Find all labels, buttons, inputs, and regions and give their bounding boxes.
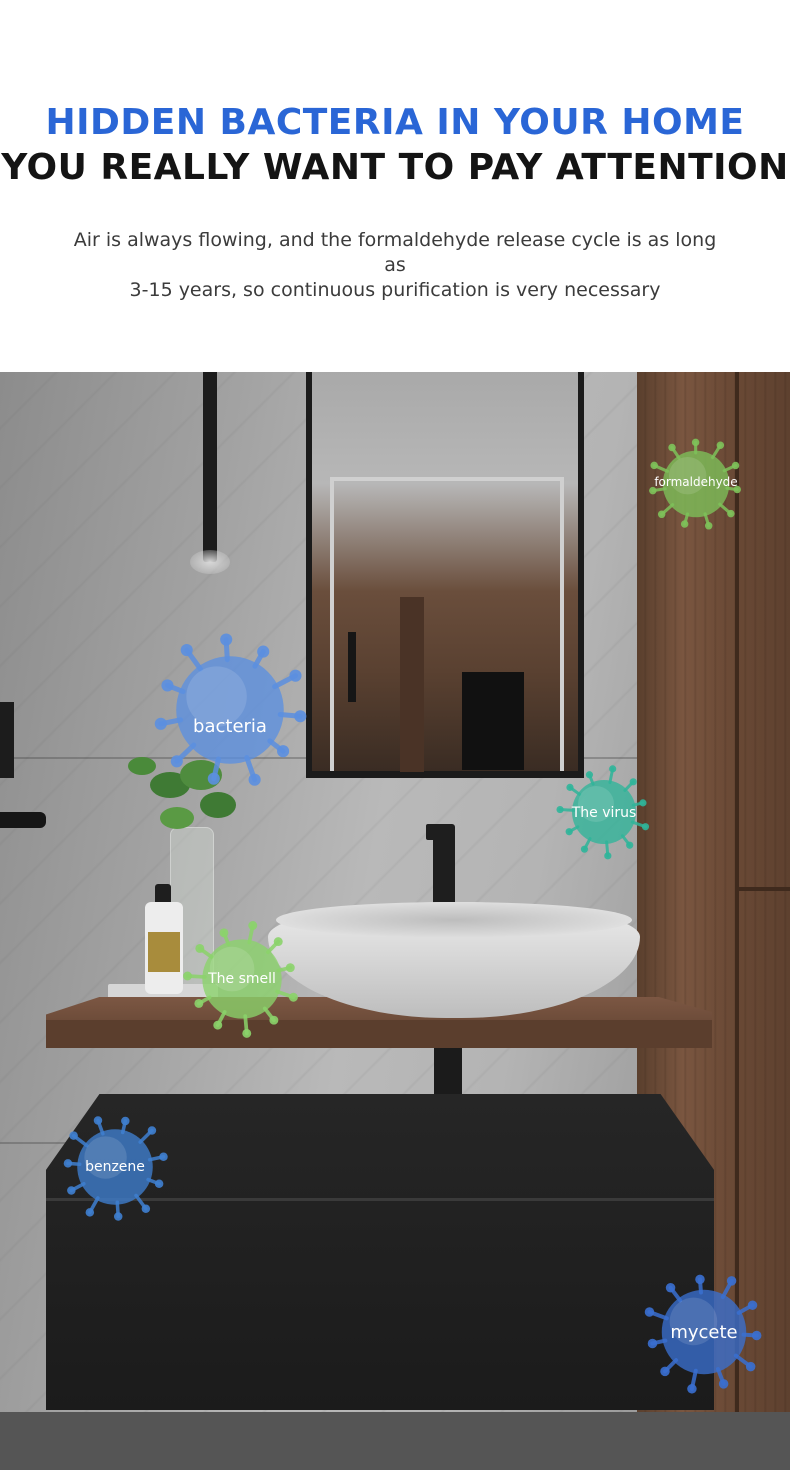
virus-spike-tip [121,1116,130,1126]
subtitle-line-2: 3-15 years, so continuous purification i… [129,279,661,301]
virus-spike-tip [565,828,573,836]
virus-spike-tip [269,1015,279,1025]
virus-spike-tip [626,841,634,849]
virus-spike-tip [727,509,735,518]
virus-icon [154,633,307,786]
virus-spike-tip [248,921,258,930]
virus-spike-tip [585,771,594,779]
headline-secondary: YOU REALLY WANT TO PAY ATTENTION [1,147,789,188]
germ-label: The smell [208,971,276,987]
virus-spike-tip [747,1300,758,1310]
virus-spike-tip [69,1131,78,1140]
virus-spike-tip [745,1361,756,1372]
germ-label: benzene [85,1159,145,1175]
virus-spike-tip [113,1212,123,1221]
virus-spike-tip [288,992,298,1002]
wood-joint [735,887,790,891]
virus-spike-tip [85,1208,95,1217]
virus-spike-tip [194,998,204,1008]
virus-spike-tip [580,845,589,853]
mirror-reflected-pendant [348,632,356,702]
virus-spike-tip [154,1179,164,1189]
virus-spike-tip [691,438,700,447]
pendant-light [203,372,217,562]
germ-virus: The virus [554,762,654,862]
faucet-spout [426,824,444,840]
virus-spike-tip [180,644,193,657]
plant-leaf [200,792,236,818]
virus-spike-tip [213,1020,223,1030]
virus-spike-tip [657,510,666,519]
germ-smell: The smell [180,917,304,1041]
virus-spike-tip [704,522,713,530]
virus-spike-tip [641,823,650,831]
virus-spike-tip [718,1379,729,1389]
subtitle-line-1: Air is always flowing, and the formaldeh… [73,229,717,276]
virus-spike-tip [687,1384,697,1394]
pendant-light-glow [190,550,230,574]
virus-spike-tip [650,461,658,470]
mirror-reflected-doorframe [330,477,564,771]
virus-spike-tip [731,461,740,470]
virus-spike-tip [195,943,205,953]
virus-spike-tip [609,765,617,773]
virus-spike-tip [716,441,725,450]
virus-spike-tip [257,645,270,658]
virus-spike-tip [277,745,290,758]
germ-formaldehyde: formaldehyde [644,432,748,536]
countertop-edge [46,1020,712,1048]
virus-spike-tip [680,520,689,528]
virus-spike-tip [566,783,574,791]
virus-spike-tip [629,778,637,786]
drain-pipe [434,1048,462,1102]
virus-spike-tip [170,755,183,768]
mirror-reflected-door [400,597,424,772]
virus-spike-tip [660,1366,670,1377]
virus-spike-tip [141,1204,151,1214]
virus-spike-tip [161,679,174,692]
germ-label: bacteria [193,716,267,737]
germ-label: The virus [571,805,637,821]
virus-spike-tip [147,1126,157,1135]
wall-socket [0,702,14,778]
bathroom-scene-image: formaldehyde bacteria The virus The smel… [0,372,790,1470]
germ-label: mycete [670,1322,738,1343]
virus-spike-tip [726,1276,737,1286]
plant-leaf [160,807,194,829]
virus-spike-tip [242,1028,252,1038]
germ-mycete: mycete [638,1266,770,1398]
germ-benzene: benzene [56,1108,174,1226]
soap-bottle-label [148,932,180,972]
virus-spike-tip [665,1283,676,1293]
virus-spike-tip [207,772,220,785]
virus-spike-tip [220,633,233,646]
virus-spike-tip [289,669,302,682]
sink-rim [276,902,632,938]
virus-spike-tip [248,773,261,786]
virus-spike-tip [273,937,283,947]
germ-label: formaldehyde [654,475,738,489]
virus-spike-tip [67,1186,76,1195]
virus-spike-tip [668,443,676,452]
virus-spike-tip [93,1116,103,1125]
header-section: HIDDEN BACTERIA IN YOUR HOME YOU REALLY … [0,0,790,372]
germ-bacteria: bacteria [146,626,314,794]
virus-spike-tip [644,1307,655,1317]
virus-spike-tip [695,1274,705,1285]
floor [0,1412,790,1470]
mirror-reflected-screen [462,672,524,770]
headline-primary: HIDDEN BACTERIA IN YOUR HOME [45,102,745,143]
wall-hook [0,812,46,828]
virus-spike-tip [219,928,229,938]
subtitle: Air is always flowing, and the formaldeh… [60,228,730,303]
virus-spike-tip [604,852,612,860]
